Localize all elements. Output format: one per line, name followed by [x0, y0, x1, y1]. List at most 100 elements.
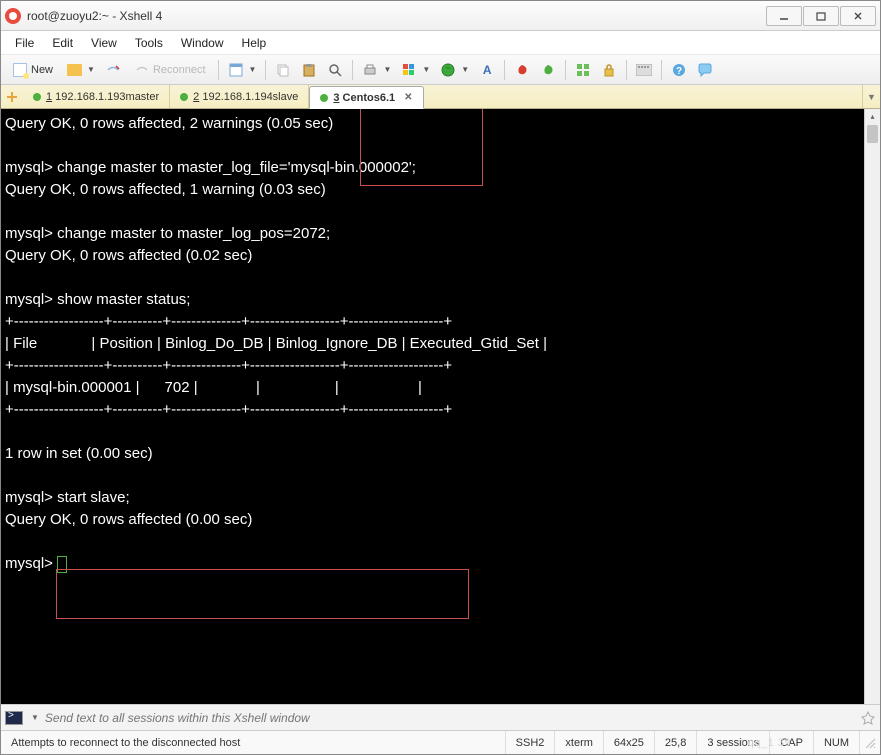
status-num: NUM [813, 731, 859, 754]
cursor-icon [57, 556, 67, 573]
separator [352, 60, 353, 80]
pin-icon[interactable] [860, 710, 876, 726]
separator [626, 60, 627, 80]
help-button[interactable]: ? [667, 58, 691, 82]
color-button[interactable]: ▼ [397, 58, 434, 82]
menu-file[interactable]: File [7, 34, 42, 52]
separator [218, 60, 219, 80]
new-icon [12, 62, 28, 78]
status-proto: SSH2 [505, 731, 555, 754]
statusbar: Attempts to reconnect to the disconnecte… [1, 730, 880, 754]
reconnect-icon [134, 62, 150, 78]
find-button[interactable] [323, 58, 347, 82]
svg-text:?: ? [676, 66, 682, 77]
lock-icon [601, 62, 617, 78]
red-swirl-icon [514, 62, 530, 78]
separator [661, 60, 662, 80]
script-button[interactable] [510, 58, 534, 82]
globe-icon [440, 62, 456, 78]
menu-view[interactable]: View [83, 34, 125, 52]
disconnect-icon [105, 62, 121, 78]
printer-icon [362, 62, 378, 78]
status-led-icon [33, 93, 41, 101]
chat-icon [697, 62, 713, 78]
properties-icon [228, 62, 244, 78]
copy-button[interactable] [271, 58, 295, 82]
minimize-button[interactable] [766, 6, 802, 26]
palette-icon [401, 62, 417, 78]
copy-icon [275, 62, 291, 78]
status-size: 64x25 [603, 731, 654, 754]
help-icon: ? [671, 62, 687, 78]
menu-tools[interactable]: Tools [127, 34, 171, 52]
add-tab-button[interactable] [1, 85, 23, 108]
status-led-icon [320, 94, 328, 102]
tile-icon [575, 62, 591, 78]
font-button[interactable]: A [475, 58, 499, 82]
sendbar: ▼ [1, 704, 880, 730]
console-icon[interactable] [5, 711, 23, 725]
chevron-down-icon: ▼ [422, 65, 430, 74]
menu-edit[interactable]: Edit [44, 34, 81, 52]
chevron-down-icon: ▼ [383, 65, 391, 74]
send-input[interactable] [45, 711, 854, 725]
print-button[interactable]: ▼ [358, 58, 395, 82]
tab-label: 1 192.168.1.193master [46, 91, 159, 103]
paste-icon [301, 62, 317, 78]
maximize-button[interactable] [803, 6, 839, 26]
tab-session-2[interactable]: 2 192.168.1.194slave [170, 85, 309, 108]
new-button[interactable]: New [5, 58, 60, 82]
tab-dropdown-button[interactable]: ▼ [862, 85, 880, 108]
status-message: Attempts to reconnect to the disconnecte… [1, 731, 505, 754]
resize-grip-icon[interactable] [859, 731, 880, 754]
close-button[interactable] [840, 6, 876, 26]
app-icon [5, 8, 21, 24]
close-tab-icon[interactable]: ✕ [404, 92, 412, 103]
titlebar: root@zuoyu2:~ - Xshell 4 [1, 1, 880, 31]
tile-button[interactable] [571, 58, 595, 82]
reconnect-label: Reconnect [153, 64, 206, 76]
chevron-down-icon: ▼ [249, 65, 257, 74]
scroll-thumb[interactable] [867, 125, 878, 143]
status-pos: t qq_1 3925,8 [654, 731, 696, 754]
watermark: t qq_1 39 [741, 737, 791, 749]
transfer-button[interactable] [536, 58, 560, 82]
paste-button[interactable] [297, 58, 321, 82]
tab-spacer [424, 85, 862, 108]
open-button[interactable]: ▼ [62, 58, 99, 82]
highlight-box [56, 569, 469, 619]
scroll-up-icon[interactable]: ▴ [865, 109, 880, 123]
disconnect-button[interactable] [101, 58, 125, 82]
chevron-down-icon[interactable]: ▼ [31, 713, 39, 722]
status-size: 64x25 [614, 737, 644, 749]
terminal-text: Query OK, 0 rows affected, 2 warnings (0… [5, 115, 547, 572]
toolbar: New ▼ Reconnect ▼ ▼ ▼ ▼ A ? [1, 55, 880, 85]
chat-button[interactable] [693, 58, 717, 82]
folder-icon [66, 62, 82, 78]
window-title: root@zuoyu2:~ - Xshell 4 [27, 9, 766, 23]
properties-button[interactable]: ▼ [224, 58, 261, 82]
font-icon: A [479, 62, 495, 78]
separator [265, 60, 266, 80]
tabbar: 1 192.168.1.193master 2 192.168.1.194sla… [1, 85, 880, 109]
menubar: File Edit View Tools Window Help [1, 31, 880, 55]
separator [504, 60, 505, 80]
chevron-down-icon: ▼ [87, 65, 95, 74]
chevron-down-icon: ▼ [461, 65, 469, 74]
green-swirl-icon [540, 62, 556, 78]
window-controls [766, 6, 876, 26]
keyboard-icon [636, 62, 652, 78]
separator [565, 60, 566, 80]
menu-window[interactable]: Window [173, 34, 232, 52]
tab-session-1[interactable]: 1 192.168.1.193master [23, 85, 170, 108]
keyboard-button[interactable] [632, 58, 656, 82]
lock-button[interactable] [597, 58, 621, 82]
tab-session-3[interactable]: 3 Centos6.1 ✕ [309, 86, 423, 109]
menu-help[interactable]: Help [234, 34, 275, 52]
terminal[interactable]: Query OK, 0 rows affected, 2 warnings (0… [1, 109, 880, 704]
status-led-icon [180, 93, 188, 101]
new-label: New [31, 64, 53, 76]
reconnect-button[interactable]: Reconnect [127, 58, 213, 82]
language-button[interactable]: ▼ [436, 58, 473, 82]
scrollbar[interactable]: ▴ [864, 109, 880, 704]
